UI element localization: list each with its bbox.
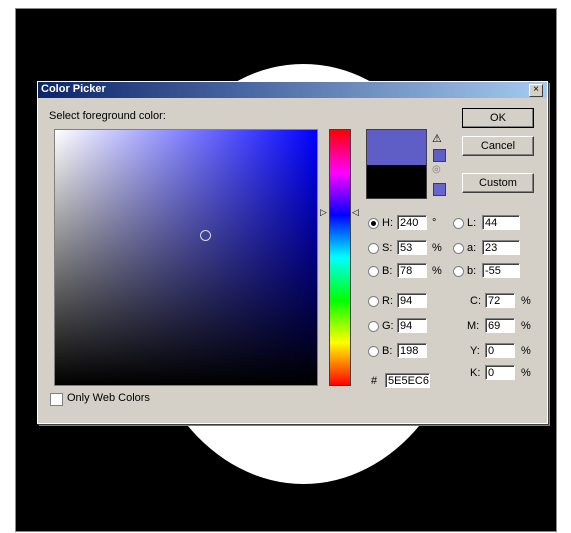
lab-l-row: L: 44	[453, 215, 543, 232]
title-bar[interactable]: Color Picker ×	[38, 82, 547, 98]
red-radio[interactable]	[368, 296, 379, 307]
blue-radio[interactable]	[368, 346, 379, 357]
green-row: G: 94	[368, 318, 458, 335]
red-label: R:	[382, 295, 393, 307]
lab-l-label: L:	[467, 217, 477, 229]
brightness-unit: %	[432, 265, 442, 277]
lab-a-input[interactable]: 23	[482, 240, 520, 255]
lab-b-label: b:	[467, 265, 477, 277]
blue-input[interactable]: 198	[397, 343, 427, 358]
yellow-row: Y: 0 %	[470, 343, 540, 360]
only-web-colors-label[interactable]: Only Web Colors	[67, 392, 150, 404]
gamut-warning-icon[interactable]: ⚠	[432, 133, 444, 145]
magenta-input[interactable]: 69	[485, 318, 515, 333]
magenta-unit: %	[521, 320, 531, 332]
hue-radio[interactable]	[368, 218, 379, 229]
select-color-label: Select foreground color:	[49, 110, 166, 122]
hue-row: H: 240 °	[368, 215, 458, 232]
web-safe-correction-swatch[interactable]	[433, 183, 446, 196]
hex-label: #	[371, 375, 378, 387]
color-picker-dialog: Color Picker × Select foreground color: …	[37, 81, 548, 424]
saturation-row: S: 53 %	[368, 240, 458, 257]
new-color-swatch	[366, 129, 427, 165]
lab-b-input[interactable]: -55	[482, 263, 520, 278]
hue-label: H:	[382, 217, 393, 229]
brightness-row: B: 78 %	[368, 263, 458, 280]
cancel-button[interactable]: Cancel	[462, 136, 534, 156]
brightness-input[interactable]: 78	[397, 263, 427, 278]
lab-l-radio[interactable]	[453, 218, 464, 229]
hue-input[interactable]: 240	[397, 215, 427, 230]
color-field-cursor[interactable]	[200, 230, 211, 241]
current-color-swatch[interactable]	[366, 165, 427, 199]
hue-unit: °	[432, 217, 437, 229]
saturation-radio[interactable]	[368, 243, 379, 254]
hex-row: # 5E5EC6	[368, 373, 448, 390]
lab-b-radio[interactable]	[453, 266, 464, 277]
hue-slider-left-arrow-icon[interactable]: ▷	[320, 207, 327, 218]
web-safe-warning-icon[interactable]: ◎	[432, 164, 444, 176]
black-row: K: 0 %	[470, 365, 540, 382]
saturation-input[interactable]: 53	[397, 240, 427, 255]
red-row: R: 94	[368, 293, 458, 310]
hue-slider-right-arrow-icon[interactable]: ◁	[352, 207, 359, 218]
saturation-label: S:	[382, 242, 393, 254]
close-button[interactable]: ×	[529, 84, 543, 97]
saturation-unit: %	[432, 242, 442, 254]
hex-input[interactable]: 5E5EC6	[385, 373, 430, 388]
hue-slider[interactable]	[329, 129, 351, 386]
only-web-colors-checkbox[interactable]	[50, 393, 63, 406]
yellow-unit: %	[521, 345, 531, 357]
lab-a-label: a:	[467, 242, 477, 254]
magenta-row: M: 69 %	[467, 318, 540, 335]
green-radio[interactable]	[368, 321, 379, 332]
black-unit: %	[521, 367, 531, 379]
close-icon: ×	[533, 84, 539, 95]
cyan-label: C:	[470, 295, 481, 307]
blue-row: B: 198	[368, 343, 458, 360]
black-label: K:	[470, 367, 481, 379]
blue-label: B:	[382, 345, 393, 357]
lab-a-radio[interactable]	[453, 243, 464, 254]
lab-b-row: b: -55	[453, 263, 543, 280]
cyan-input[interactable]: 72	[485, 293, 515, 308]
lab-a-row: a: 23	[453, 240, 543, 257]
color-field[interactable]	[54, 129, 318, 386]
gamut-correction-swatch[interactable]	[433, 149, 446, 162]
yellow-label: Y:	[470, 345, 480, 357]
green-label: G:	[382, 320, 394, 332]
dialog-title: Color Picker	[41, 83, 106, 95]
cyan-row: C: 72 %	[470, 293, 540, 310]
magenta-label: M:	[467, 320, 480, 332]
brightness-label: B:	[382, 265, 393, 277]
black-input[interactable]: 0	[485, 365, 515, 380]
cyan-unit: %	[521, 295, 531, 307]
ok-button[interactable]: OK	[462, 108, 534, 128]
custom-button[interactable]: Custom	[462, 173, 534, 193]
green-input[interactable]: 94	[397, 318, 427, 333]
brightness-radio[interactable]	[368, 266, 379, 277]
red-input[interactable]: 94	[397, 293, 427, 308]
lab-l-input[interactable]: 44	[482, 215, 520, 230]
yellow-input[interactable]: 0	[485, 343, 515, 358]
